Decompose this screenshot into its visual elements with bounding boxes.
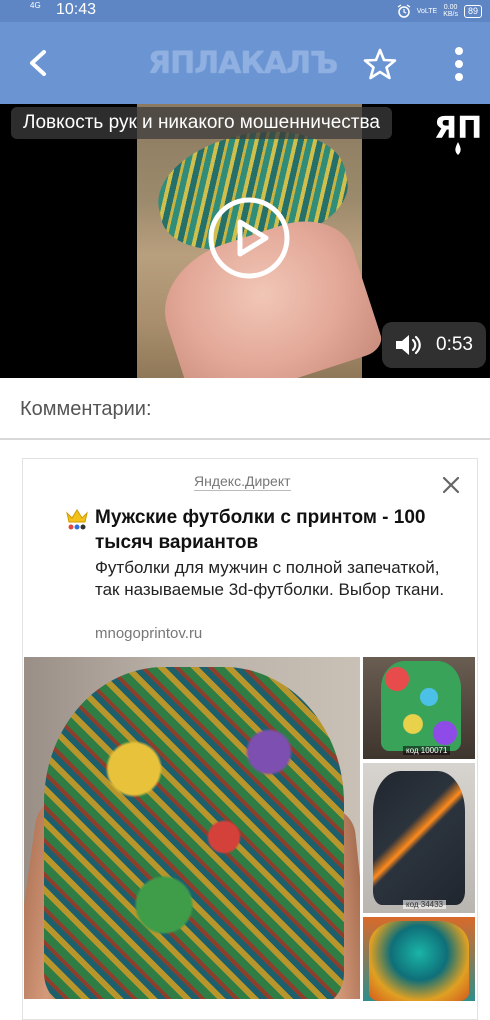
favorite-button[interactable] <box>362 46 398 82</box>
arrow-back-icon <box>30 50 46 76</box>
yp-watermark-text: ЯП <box>434 111 482 146</box>
ad-url[interactable]: mnogoprintov.ru <box>95 625 202 642</box>
site-logo[interactable]: ЯПЛАКАЛЪ <box>148 46 348 82</box>
thumb-code: код 34433 <box>403 900 446 909</box>
ad-title[interactable]: Мужские футболки с принтом - 100 тысяч в… <box>95 505 465 555</box>
ad-description: Футболки для мужчин с полной запечаткой,… <box>95 558 445 599</box>
close-icon <box>442 476 460 494</box>
thumb-shirt <box>381 661 461 751</box>
video-title: Ловкость рук и никакого мошенничества <box>11 107 392 139</box>
app-toolbar: ЯПЛАКАЛЪ <box>0 22 490 104</box>
battery-level: 89 <box>463 4 482 18</box>
divider <box>0 438 490 440</box>
net-speed: 0.00 KB/s <box>443 4 458 18</box>
ad-thumbnail[interactable]: код 34433 <box>363 763 475 913</box>
video-duration: 0:53 <box>436 334 473 355</box>
alarm-icon <box>397 4 411 18</box>
comments-heading: Комментарии: <box>20 398 152 420</box>
play-icon <box>208 197 290 279</box>
ad-close-button[interactable] <box>441 475 461 495</box>
ad-card[interactable]: Яндекс.Директ Мужские футболки с принтом… <box>22 458 478 1020</box>
ad-thumbnail[interactable] <box>363 917 475 1001</box>
ad-main-image[interactable] <box>24 657 360 999</box>
back-button[interactable] <box>18 42 60 84</box>
doodle-shirt <box>44 667 344 999</box>
volte-indicator: VoLTE <box>416 7 438 15</box>
net-speed-unit: KB/s <box>443 11 458 18</box>
volume-icon[interactable] <box>394 332 424 358</box>
ad-thumbnail[interactable]: код 100071 <box>363 657 475 759</box>
more-menu-button[interactable] <box>446 44 472 84</box>
crown-favicon-icon <box>66 509 88 530</box>
ad-source-link[interactable]: Яндекс.Директ <box>194 473 291 491</box>
star-outline-icon <box>363 48 397 80</box>
thumb-code: код 100071 <box>403 746 451 755</box>
status-icons: VoLTE 0.00 KB/s 89 <box>397 2 482 20</box>
net-speed-value: 0.00 <box>443 4 458 11</box>
thumb-shirt <box>369 921 469 1001</box>
more-vertical-icon <box>455 47 463 81</box>
thumb-shirt <box>373 771 465 905</box>
video-controls: 0:53 <box>382 322 486 368</box>
yp-watermark-icon: ЯП <box>434 111 482 155</box>
clock: 10:43 <box>56 1 97 18</box>
network-type: 4G <box>30 1 41 10</box>
status-bar: 4G 10:43 VoLTE 0.00 KB/s 89 <box>0 0 490 22</box>
play-button[interactable] <box>206 195 292 281</box>
